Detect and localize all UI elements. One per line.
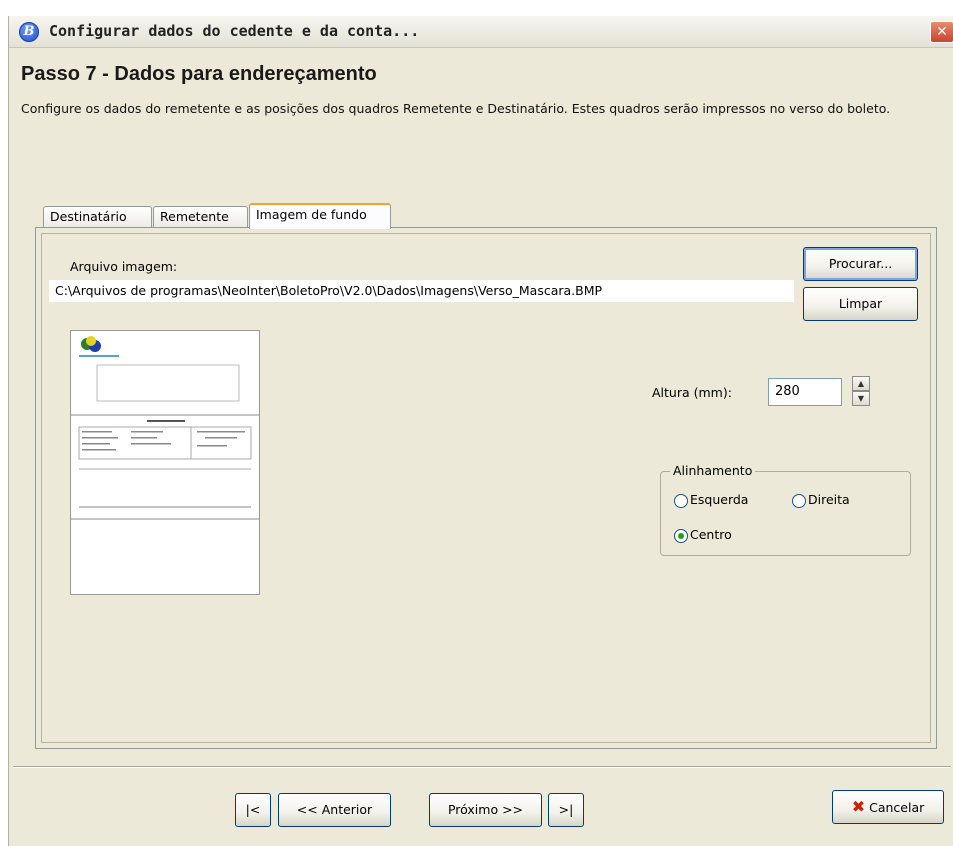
alignment-legend: Alinhamento [670,463,756,478]
radio-centro-label[interactable]: Centro [690,527,732,542]
chevron-down-icon: ▼ [857,394,865,403]
browse-button[interactable]: Procurar... [803,247,918,281]
cancel-button-label: Cancelar [869,800,925,815]
file-path-field[interactable]: C:\Arquivos de programas\NeoInter\Boleto… [49,280,794,302]
last-step-label: >| [558,802,574,817]
app-logo-icon: B [19,22,39,42]
previous-button-label: << Anterior [296,802,373,817]
next-button[interactable]: Próximo >> [429,793,542,827]
height-spinner: ▲ ▼ [852,376,870,406]
dialog-window: B Configurar dados do cedente e da conta… [8,16,953,846]
next-button-label: Próximo >> [447,802,524,817]
background-image-preview [70,330,260,595]
first-step-label: |< [245,802,261,817]
clear-button-label: Limpar [838,296,883,311]
preview-thumbnail-image [71,336,259,520]
radio-direita[interactable] [792,494,806,508]
radio-direita-label[interactable]: Direita [808,492,850,507]
step-title: Passo 7 - Dados para endereçamento [21,63,377,85]
close-icon: ✕ [936,24,948,40]
close-button[interactable]: ✕ [930,21,953,43]
step-description: Configure os dados do remetente e as pos… [21,101,891,116]
footer-separator [13,766,951,768]
height-label: Altura (mm): [652,385,732,400]
alignment-groupbox [660,471,911,556]
radio-esquerda-label[interactable]: Esquerda [690,492,748,507]
cancel-button[interactable]: ✖ Cancelar [832,790,944,824]
spin-up-button[interactable]: ▲ [852,376,870,391]
tab-destinatario[interactable]: Destinatário [43,206,152,228]
tab-imagem-de-fundo[interactable]: Imagem de fundo [249,203,391,229]
browse-button-label: Procurar... [828,256,893,271]
chevron-up-icon: ▲ [857,379,865,388]
spin-down-button[interactable]: ▼ [852,391,870,406]
window-title: Configurar dados do cedente e da conta..… [49,22,420,40]
title-bar[interactable]: B Configurar dados do cedente e da conta… [9,16,953,48]
clear-button[interactable]: Limpar [803,287,918,321]
first-step-button[interactable]: |< [235,793,271,827]
height-input[interactable]: 280 [768,378,842,406]
file-label: Arquivo imagem: [70,259,178,274]
last-step-button[interactable]: >| [548,793,584,827]
radio-centro[interactable] [674,529,688,543]
radio-esquerda[interactable] [674,494,688,508]
previous-button[interactable]: << Anterior [278,793,391,827]
tab-remetente[interactable]: Remetente [153,206,248,228]
cancel-icon: ✖ [851,797,866,816]
